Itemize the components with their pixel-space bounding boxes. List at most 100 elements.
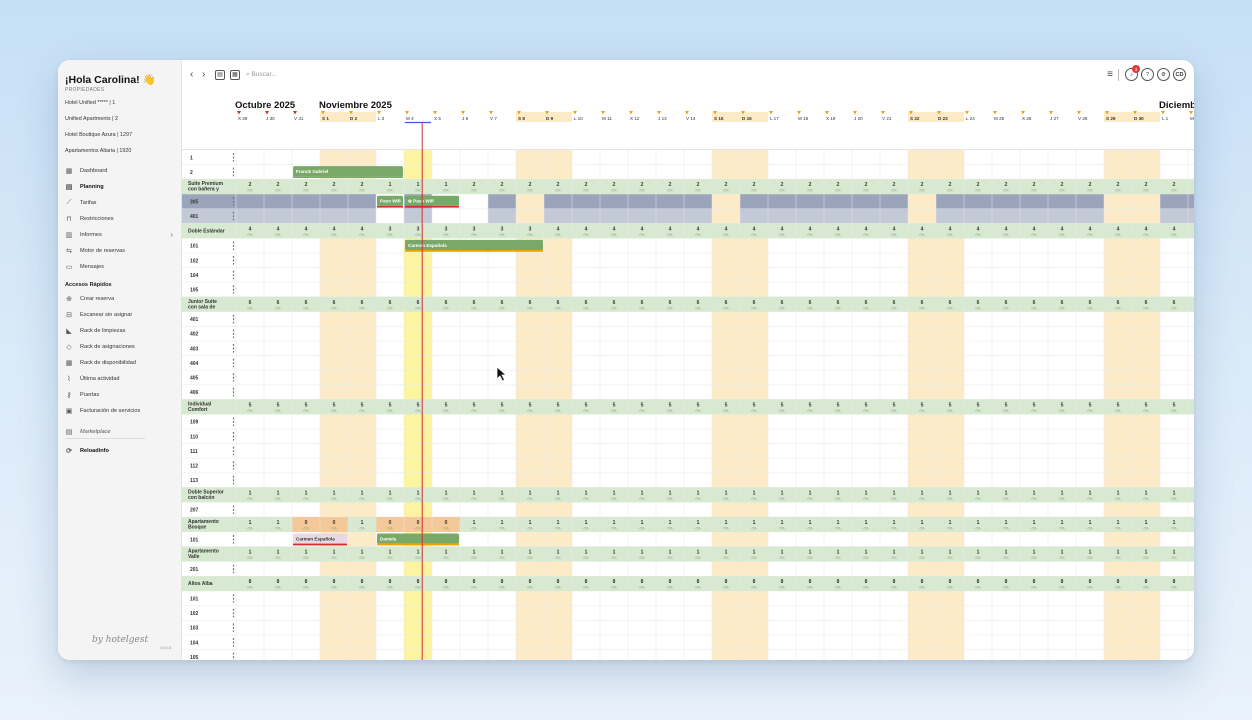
quick-rack-disponibilidad[interactable]: ▦ Rack de disponibilidad [65,356,177,369]
availability-sub: 0% [1171,527,1176,531]
availability-sub: 0% [1059,586,1064,590]
chevron-right-icon[interactable]: › [202,69,205,80]
availability-sub: 0% [611,556,616,560]
availability-count: 1 [669,550,672,556]
availability-sub: 0% [359,189,364,193]
availability-sub: 0% [583,556,588,560]
settings-icon[interactable]: ⚙ [1157,68,1170,81]
availability-sub: 0% [331,586,336,590]
nav-dashboard[interactable]: ▦ Dashboard [65,164,177,177]
availability-sub: 0% [779,189,784,193]
availability-count: 2 [697,182,700,188]
availability-sub: 0% [415,306,420,310]
day-label: D 30 [1134,116,1144,121]
blocked-period [1160,194,1194,209]
filter-icon[interactable]: ≡ [1107,69,1113,80]
availability-sub: 0% [583,233,588,237]
quick-crear-reserva[interactable]: ⊕ Crear reserva [65,292,177,305]
help-icon[interactable]: ? [1141,68,1154,81]
availability-sub: 0% [331,233,336,237]
availability-sub: 0% [807,556,812,560]
marketplace-link[interactable]: ▤ Marketplace [65,426,145,439]
quick-puertas[interactable]: ⚷ Puertas [65,388,177,401]
availability-count: 4 [753,226,756,232]
availability-sub: 0% [863,586,868,590]
availability-sub: 0% [555,409,560,413]
availability-sub: 0% [975,306,980,310]
nav-tarifas[interactable]: ⟋ Tarifas [65,196,177,209]
availability-sub: 0% [611,409,616,413]
planning-grid[interactable]: 1 2 Suite Premium con bañera y 2 0% 2 0% 2 0% 2 0% 2… [182,92,1194,660]
nav-motor-reservas[interactable]: ⇆ Motor de reservas [65,244,177,257]
notifications-button[interactable]: ♪ 3 [1125,65,1140,81]
calendar-today-icon[interactable]: ▤ [215,70,225,80]
availability-count: 1 [333,490,336,496]
property-item[interactable]: Hotel Unified ***** | 1 [65,100,115,106]
availability-count: 6 [501,300,504,306]
availability-count: 0 [445,520,448,526]
search-input[interactable]: ⌕ Buscar... [246,71,277,79]
availability-count: 3 [529,226,532,232]
availability-count: 6 [277,300,280,306]
availability-sub: 0% [695,306,700,310]
availability-count: 6 [781,300,784,306]
availability-count: 1 [1117,490,1120,496]
availability-sub: 0% [751,586,756,590]
availability-count: 5 [1089,402,1092,408]
property-item[interactable]: Apartamentos Altaria | 1920 [65,148,131,154]
property-item[interactable]: Hotel Boutique Azura | 1297 [65,132,132,138]
availability-sub: 0% [695,189,700,193]
key-icon: ⚷ [66,391,72,399]
availability-sub: 0% [947,233,952,237]
room-number: 104 [190,273,199,279]
availability-sub: 0% [331,497,336,501]
property-item[interactable]: Unified Apartments | 2 [65,116,118,122]
nav-informes[interactable]: ▥ Informes › [65,228,177,241]
nav-restricciones[interactable]: ⊓ Restricciones [65,212,177,225]
app-window: ¡Hola Carolina! 👋 PROPIEDADES Hotel Unif… [58,60,1194,660]
availability-count: 1 [697,520,700,526]
day-label: L 1 [1162,116,1169,121]
quick-escanear[interactable]: ⊟ Escanear sin asignar [65,308,177,321]
availability-count: 1 [1005,520,1008,526]
quick-rack-asignaciones[interactable]: ◇ Rack de asignaciones [65,340,177,353]
availability-sub: 0% [443,409,448,413]
room-number: 112 [190,464,198,470]
calendar-range-icon[interactable]: ▦ [230,70,240,80]
quick-ultima-actividad[interactable]: ⌇ Última actividad [65,372,177,385]
day-label: S 22 [910,116,920,121]
availability-sub: 0% [359,233,364,237]
room-type-label: Valle [188,554,200,560]
chevron-left-icon[interactable]: ‹ [190,69,193,80]
day-label: J 27 [1050,116,1059,121]
availability-count: 5 [781,402,784,408]
availability-sub: 0% [1087,497,1092,501]
availability-count: 1 [837,520,840,526]
quick-rack-limpiezas[interactable]: ◣ Rack de limpiezas [65,324,177,337]
availability-sub: 0% [471,556,476,560]
reloadinfo-link[interactable]: ⟳ Reloadinfo [65,444,177,457]
room-number: 402 [190,332,199,338]
availability-sub: 0% [807,233,812,237]
availability-count: 5 [557,402,560,408]
availability-sub: 0% [1171,497,1176,501]
availability-count: 3 [417,226,420,232]
activity-icon: ⌇ [67,375,71,383]
availability-count: 0 [389,520,392,526]
availability-sub: 0% [919,586,924,590]
availability-count: 6 [1089,300,1092,306]
availability-count: 2 [613,182,616,188]
day-label: D 23 [938,116,948,121]
bell-icon: ♪ [1130,71,1133,78]
nav-mensajes[interactable]: ▭ Mensajes [65,260,177,273]
booking-label: Paco Wifi [380,199,401,204]
availability-count: 2 [1033,182,1036,188]
nav-label: Dashboard [80,167,108,174]
nav-planning[interactable]: ▤ Planning [65,180,177,193]
user-avatar[interactable]: CD [1173,68,1186,81]
day-label: M 11 [602,116,612,121]
booking-label: Daniela [380,537,397,542]
availability-count: 4 [893,226,896,232]
quick-facturacion[interactable]: ▣ Facturación de servicios [65,404,177,417]
availability-count: 2 [305,182,308,188]
